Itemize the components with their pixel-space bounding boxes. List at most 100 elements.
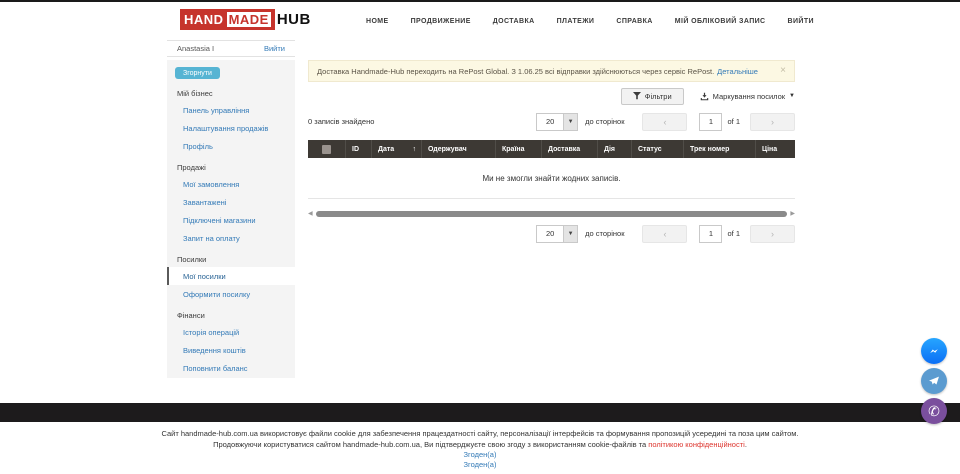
sort-asc-icon: ↑ — [413, 146, 417, 153]
column-header-recipient[interactable]: Одержувач — [422, 140, 496, 158]
logo-made: MADE — [227, 12, 271, 27]
page-of-label: of 1 — [727, 117, 740, 126]
per-page-label: до сторінок — [585, 229, 624, 238]
sidebar-item-connected-shops[interactable]: Підключені магазини — [167, 211, 295, 229]
privacy-policy-link[interactable]: політикою конфіденційності — [648, 440, 745, 449]
page-of-label: of 1 — [727, 229, 740, 238]
logo-hand: HAND — [184, 12, 224, 27]
telegram-icon[interactable] — [921, 368, 947, 394]
sidebar-item-top-up[interactable]: Поповнити баланс — [167, 359, 295, 377]
cookie-notice-line2-period: . — [745, 440, 747, 449]
column-header-delivery[interactable]: Доставка — [542, 140, 598, 158]
scrollbar-thumb[interactable] — [316, 211, 788, 217]
download-tray-icon — [700, 92, 709, 101]
sidebar-item-my-parcels[interactable]: Мої посилки — [167, 267, 295, 285]
nav-item-promotion[interactable]: ПРОДВИЖЕНИЕ — [411, 18, 471, 25]
nav-item-account[interactable]: МІЙ ОБЛІКОВИЙ ЗАПИС — [675, 18, 766, 25]
sidebar-logout-link[interactable]: Вийти — [264, 44, 285, 53]
sidebar-item-operations-history[interactable]: Історія операцій — [167, 323, 295, 341]
column-header-date[interactable]: Дата ↑ — [372, 140, 422, 158]
sidebar-item-sales-settings[interactable]: Налаштування продажів — [167, 119, 295, 137]
nav-item-home[interactable]: HOME — [366, 18, 389, 25]
sidebar-item-dashboard[interactable]: Панель управління — [167, 101, 295, 119]
select-all-checkbox[interactable] — [322, 145, 331, 154]
logo[interactable]: HANDMADE HUB — [180, 9, 311, 30]
sidebar: Згорнути Мій бізнес Панель управління На… — [167, 60, 295, 378]
per-page-label: до сторінок — [585, 117, 624, 126]
sidebar-item-withdraw[interactable]: Виведення коштів — [167, 341, 295, 359]
column-header-date-label: Дата — [378, 146, 394, 153]
main-nav: HOME ПРОДВИЖЕНИЕ ДОСТАВКА ПЛАТЕЖИ СПРАВК… — [366, 2, 814, 40]
page-size-value: 20 — [537, 226, 563, 242]
footer: Сайт handmade-hub.com.ua використовує фа… — [0, 428, 960, 470]
top-header: HANDMADE HUB HOME ПРОДВИЖЕНИЕ ДОСТАВКА П… — [0, 0, 960, 38]
sidebar-section-finance: Фінанси — [167, 303, 295, 323]
sidebar-item-profile[interactable]: Профіль — [167, 137, 295, 155]
collapse-button[interactable]: Згорнути — [175, 67, 220, 79]
pagination-top: 0 записів знайдено 20 ▼ до сторінок ‹ of… — [308, 112, 795, 131]
prev-page-button[interactable]: ‹ — [642, 113, 687, 131]
column-header-status[interactable]: Статус — [632, 140, 684, 158]
page-size-select-bottom[interactable]: 20 ▼ — [536, 225, 578, 243]
page-size-select[interactable]: 20 ▼ — [536, 113, 578, 131]
messenger-icon[interactable] — [921, 338, 947, 364]
table-header-row: ID Дата ↑ Одержувач Країна Доставка Дія С… — [308, 140, 795, 158]
cookie-notice-line1: Сайт handmade-hub.com.ua використовує фа… — [0, 428, 960, 439]
column-header-id[interactable]: ID — [346, 140, 372, 158]
scroll-right-icon[interactable]: ▶ — [790, 211, 795, 217]
next-page-button[interactable]: › — [750, 113, 795, 131]
user-name: Anastasia I — [177, 44, 214, 53]
pager-controls-top: 20 ▼ до сторінок ‹ of 1 › — [536, 113, 795, 131]
horizontal-scrollbar: ◀ ▶ — [308, 210, 795, 218]
chevron-down-icon: ▼ — [563, 114, 577, 130]
sidebar-item-my-orders[interactable]: Мої замовлення — [167, 175, 295, 193]
page-number-input[interactable] — [699, 113, 722, 131]
page-size-value: 20 — [537, 114, 563, 130]
table-empty-message: Ми не змогли знайти жодних записів. — [308, 158, 795, 198]
cookie-notice-line2-text: Продовжуючи користуватися сайтом handmad… — [213, 440, 648, 449]
logo-hub: HUB — [277, 11, 311, 28]
page-number-input-bottom[interactable] — [699, 225, 722, 243]
sidebar-item-payment-request[interactable]: Запит на оплату — [167, 229, 295, 247]
pager-controls-bottom: 20 ▼ до сторінок ‹ of 1 › — [536, 225, 795, 243]
cookie-agree-link-1[interactable]: Згоден(а) — [0, 450, 960, 460]
nav-item-help[interactable]: СПРАВКА — [616, 18, 652, 25]
pagination-bottom: 20 ▼ до сторінок ‹ of 1 › — [308, 224, 795, 243]
nav-item-delivery[interactable]: ДОСТАВКА — [493, 18, 535, 25]
sidebar-item-create-parcel[interactable]: Оформити посилку — [167, 285, 295, 303]
column-header-action[interactable]: Дія — [598, 140, 632, 158]
cookie-notice-line2: Продовжуючи користуватися сайтом handmad… — [0, 439, 960, 450]
parcel-marking-button[interactable]: Маркування посилок ▼ — [700, 92, 795, 101]
user-row: Anastasia I Вийти — [167, 40, 295, 57]
viber-phone-icon: ✆ — [928, 403, 940, 420]
close-icon[interactable]: × — [780, 66, 786, 76]
parcels-table: ID Дата ↑ Одержувач Країна Доставка Дія С… — [308, 140, 795, 199]
filters-button[interactable]: Фільтри — [621, 88, 684, 105]
chevron-down-icon: ▼ — [563, 226, 577, 242]
records-count: 0 записів знайдено — [308, 117, 374, 126]
telegram-plane-icon — [927, 374, 941, 388]
scroll-left-icon[interactable]: ◀ — [308, 211, 313, 217]
chevron-down-icon: ▼ — [789, 93, 795, 99]
column-header-country[interactable]: Країна — [496, 140, 542, 158]
column-header-track-number[interactable]: Трек номер — [684, 140, 756, 158]
logo-red-block: HANDMADE — [180, 9, 275, 30]
nav-item-logout[interactable]: ВИЙТИ — [788, 18, 814, 25]
footer-dark-bar — [0, 403, 960, 422]
parcel-marking-label: Маркування посилок — [713, 92, 785, 101]
nav-item-payments[interactable]: ПЛАТЕЖИ — [557, 18, 595, 25]
next-page-button-bottom[interactable]: › — [750, 225, 795, 243]
funnel-icon — [633, 92, 641, 100]
page: HANDMADE HUB HOME ПРОДВИЖЕНИЕ ДОСТАВКА П… — [0, 0, 960, 474]
messenger-bolt-icon — [927, 344, 941, 358]
sidebar-item-uploaded[interactable]: Завантажені — [167, 193, 295, 211]
viber-icon[interactable]: ✆ — [921, 398, 947, 424]
prev-page-button-bottom[interactable]: ‹ — [642, 225, 687, 243]
cookie-agree-link-2[interactable]: Згоден(а) — [0, 460, 960, 470]
sidebar-section-parcels: Посилки — [167, 247, 295, 267]
filters-label: Фільтри — [645, 92, 672, 101]
banner-details-link[interactable]: Детальніше — [717, 67, 758, 76]
banner-text: Доставка Handmade-Hub переходить на RePo… — [317, 67, 714, 76]
column-header-price[interactable]: Ціна — [756, 140, 795, 158]
select-all-cell — [308, 140, 346, 158]
